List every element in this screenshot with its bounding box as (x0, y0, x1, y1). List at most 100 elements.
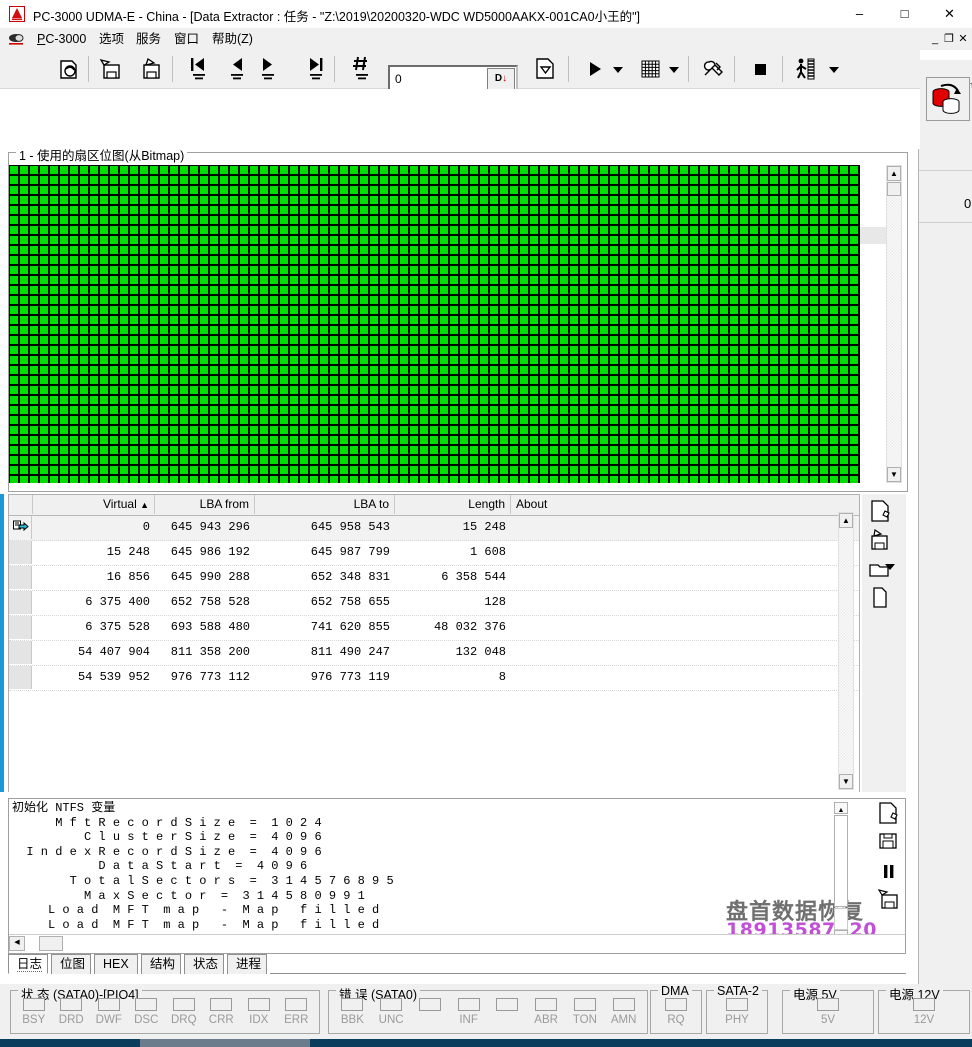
bitmap-cell[interactable] (90, 246, 98, 254)
bitmap-cell[interactable] (440, 406, 448, 414)
bitmap-cell[interactable] (40, 456, 48, 464)
bitmap-cell[interactable] (550, 166, 558, 174)
bitmap-cell[interactable] (790, 316, 798, 324)
bitmap-cell[interactable] (360, 406, 368, 414)
bitmap-cell[interactable] (300, 196, 308, 204)
bitmap-cell[interactable] (680, 326, 688, 334)
bitmap-cell[interactable] (830, 166, 838, 174)
bitmap-cell[interactable] (520, 406, 528, 414)
bitmap-cell[interactable] (780, 166, 788, 174)
bitmap-cell[interactable] (390, 196, 398, 204)
bitmap-cell[interactable] (460, 226, 468, 234)
bitmap-cell[interactable] (160, 196, 168, 204)
bitmap-cell[interactable] (820, 316, 828, 324)
bitmap-cell[interactable] (460, 336, 468, 344)
bitmap-cell[interactable] (70, 226, 78, 234)
bitmap-cell[interactable] (700, 306, 708, 314)
bitmap-cell[interactable] (80, 186, 88, 194)
bitmap-cell[interactable] (220, 386, 228, 394)
bitmap-cell[interactable] (280, 276, 288, 284)
bitmap-cell[interactable] (180, 306, 188, 314)
bitmap-cell[interactable] (840, 176, 848, 184)
bitmap-cell[interactable] (640, 346, 648, 354)
bitmap-cell[interactable] (410, 236, 418, 244)
bitmap-cell[interactable] (120, 256, 128, 264)
bitmap-cell[interactable] (490, 456, 498, 464)
bitmap-cell[interactable] (790, 256, 798, 264)
bitmap-cell[interactable] (720, 476, 728, 483)
bitmap-cell[interactable] (440, 366, 448, 374)
bitmap-cell[interactable] (830, 226, 838, 234)
bitmap-cell[interactable] (370, 176, 378, 184)
bitmap-cell[interactable] (560, 286, 568, 294)
bitmap-cell[interactable] (50, 356, 58, 364)
bitmap-cell[interactable] (600, 436, 608, 444)
bitmap-cell[interactable] (110, 446, 118, 454)
bitmap-cell[interactable] (340, 456, 348, 464)
bitmap-cell[interactable] (40, 256, 48, 264)
table-scrollbar[interactable]: ▲ ▼ (838, 512, 854, 790)
bitmap-cell[interactable] (720, 226, 728, 234)
bitmap-cell[interactable] (40, 316, 48, 324)
bitmap-cell[interactable] (620, 306, 628, 314)
bitmap-cell[interactable] (760, 166, 768, 174)
bitmap-cell[interactable] (190, 356, 198, 364)
bitmap-cell[interactable] (40, 386, 48, 394)
bitmap-cell[interactable] (360, 366, 368, 374)
bitmap-cell[interactable] (390, 296, 398, 304)
bitmap-cell[interactable] (300, 436, 308, 444)
bitmap-cell[interactable] (670, 336, 678, 344)
bitmap-cell[interactable] (130, 416, 138, 424)
bitmap-cell[interactable] (650, 226, 658, 234)
bitmap-cell[interactable] (850, 246, 858, 254)
bitmap-cell[interactable] (350, 356, 358, 364)
bitmap-cell[interactable] (240, 376, 248, 384)
bitmap-cell[interactable] (560, 386, 568, 394)
address-go-button[interactable]: D↓ (487, 68, 515, 90)
bitmap-cell[interactable] (570, 216, 578, 224)
bitmap-cell[interactable] (520, 326, 528, 334)
bitmap-cell[interactable] (470, 266, 478, 274)
bitmap-cell[interactable] (250, 406, 258, 414)
bitmap-cell[interactable] (610, 356, 618, 364)
bitmap-cell[interactable] (270, 446, 278, 454)
bitmap-cell[interactable] (740, 466, 748, 474)
bitmap-cell[interactable] (750, 326, 758, 334)
bitmap-cell[interactable] (10, 186, 18, 194)
bitmap-cell[interactable] (630, 176, 638, 184)
bitmap-cell[interactable] (630, 416, 638, 424)
bitmap-cell[interactable] (340, 236, 348, 244)
bitmap-cell[interactable] (610, 306, 618, 314)
bitmap-cell[interactable] (740, 256, 748, 264)
bitmap-cell[interactable] (330, 416, 338, 424)
bitmap-cell[interactable] (260, 346, 268, 354)
bitmap-cell[interactable] (50, 176, 58, 184)
bitmap-cell[interactable] (650, 366, 658, 374)
bitmap-cell[interactable] (670, 306, 678, 314)
bitmap-cell[interactable] (440, 396, 448, 404)
bitmap-cell[interactable] (760, 276, 768, 284)
bitmap-cell[interactable] (310, 256, 318, 264)
bitmap-cell[interactable] (310, 196, 318, 204)
bitmap-cell[interactable] (230, 316, 238, 324)
bitmap-cell[interactable] (140, 166, 148, 174)
bitmap-cell[interactable] (340, 226, 348, 234)
bitmap-cell[interactable] (150, 476, 158, 483)
bitmap-cell[interactable] (580, 386, 588, 394)
bitmap-cell[interactable] (130, 436, 138, 444)
bitmap-cell[interactable] (200, 186, 208, 194)
bitmap-cell[interactable] (730, 316, 738, 324)
bitmap-cell[interactable] (580, 356, 588, 364)
bitmap-cell[interactable] (560, 206, 568, 214)
bitmap-cell[interactable] (760, 216, 768, 224)
bitmap-cell[interactable] (370, 166, 378, 174)
bitmap-cell[interactable] (600, 236, 608, 244)
bitmap-cell[interactable] (510, 426, 518, 434)
bitmap-cell[interactable] (770, 196, 778, 204)
bitmap-cell[interactable] (290, 436, 298, 444)
bitmap-cell[interactable] (50, 476, 58, 483)
bitmap-cell[interactable] (800, 286, 808, 294)
bitmap-cell[interactable] (260, 426, 268, 434)
bitmap-cell[interactable] (820, 276, 828, 284)
bitmap-cell[interactable] (510, 346, 518, 354)
